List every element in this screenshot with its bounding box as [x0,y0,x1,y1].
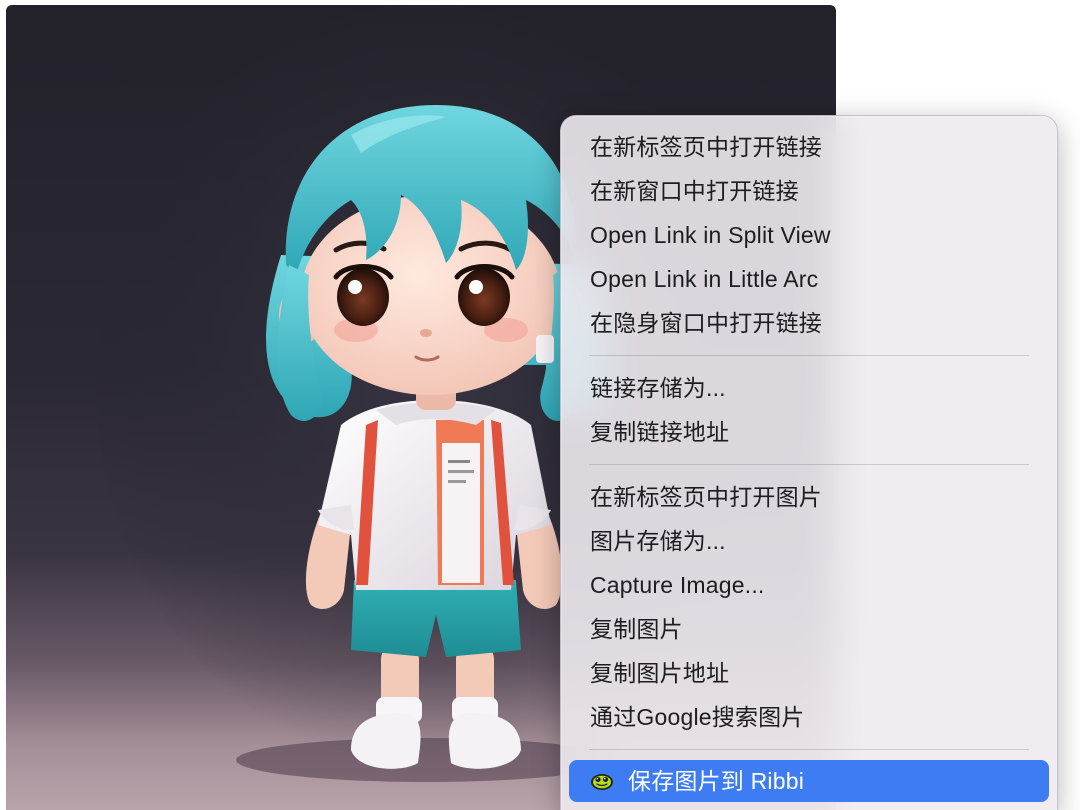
menu-item-copy-link-address[interactable]: 复制链接地址 [561,410,1057,454]
menu-item-open-link-split-view[interactable]: Open Link in Split View [561,213,1057,257]
menu-item-label: 保存图片到 Ribbi [628,768,805,794]
menu-item-capture-image[interactable]: Capture Image... [561,563,1057,607]
context-menu: 在新标签页中打开链接 在新窗口中打开链接 Open Link in Split … [560,115,1058,810]
menu-separator [589,355,1029,356]
menu-item-save-image-as[interactable]: 图片存储为... [561,519,1057,563]
menu-separator [589,749,1029,750]
menu-item-open-link-little-arc[interactable]: Open Link in Little Arc [561,257,1057,301]
menu-item-save-link-as[interactable]: 链接存储为... [561,366,1057,410]
screen: 在新标签页中打开链接 在新窗口中打开链接 Open Link in Split … [0,0,1080,810]
menu-item-copy-image[interactable]: 复制图片 [561,607,1057,651]
menu-item-open-link-incognito[interactable]: 在隐身窗口中打开链接 [561,301,1057,345]
menu-item-save-image-to-ribbi[interactable]: 保存图片到 Ribbi [569,760,1049,802]
menu-item-search-image-google[interactable]: 通过Google搜索图片 [561,695,1057,739]
menu-item-open-link-new-window[interactable]: 在新窗口中打开链接 [561,169,1057,213]
ribbi-app-icon [591,773,613,790]
menu-separator [589,464,1029,465]
menu-item-copy-image-address[interactable]: 复制图片地址 [561,651,1057,695]
menu-item-open-image-new-tab[interactable]: 在新标签页中打开图片 [561,475,1057,519]
menu-item-open-link-new-tab[interactable]: 在新标签页中打开链接 [561,125,1057,169]
